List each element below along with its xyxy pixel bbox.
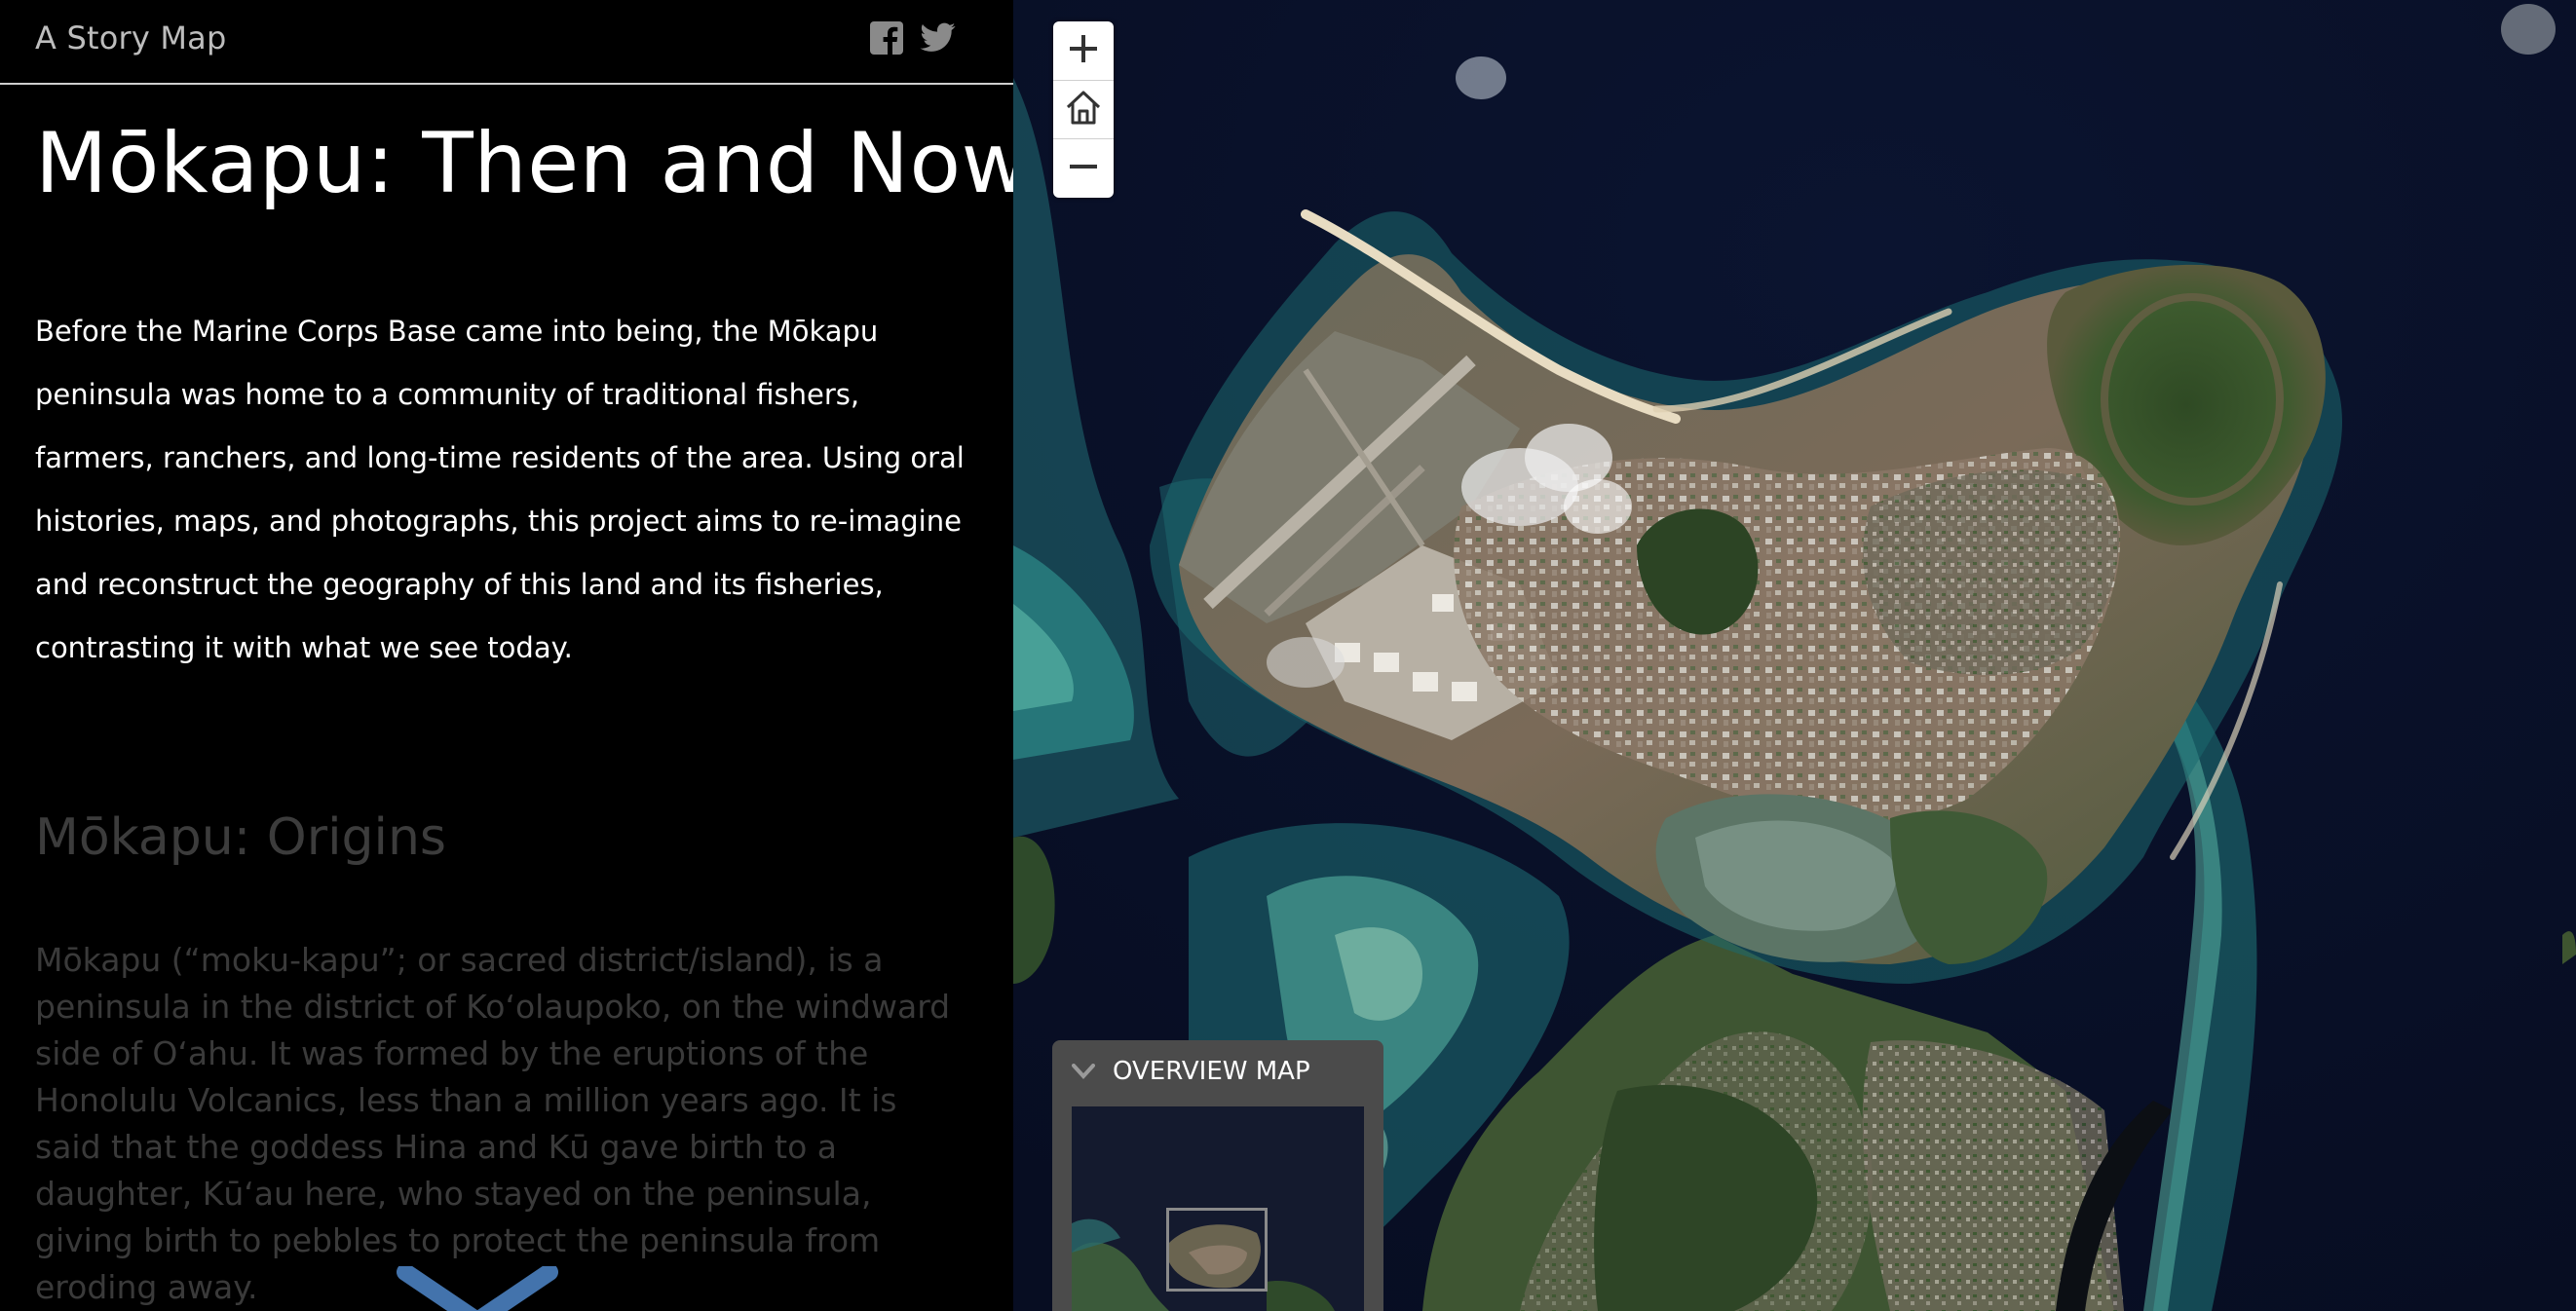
plus-icon — [1067, 32, 1100, 69]
overview-extent-box[interactable] — [1166, 1208, 1268, 1292]
home-button[interactable] — [1053, 80, 1114, 139]
minus-icon — [1067, 150, 1100, 187]
story-panel: A Story Map Mōkapu: Then and Now Before … — [0, 0, 1013, 1311]
chevron-down-icon[interactable] — [390, 1263, 565, 1311]
overview-map-label: OVERVIEW MAP — [1113, 1057, 1310, 1086]
overview-map-toggle[interactable]: OVERVIEW MAP — [1052, 1040, 1383, 1105]
twitter-icon[interactable] — [920, 19, 957, 55]
chevron-down-icon — [1072, 1064, 1095, 1083]
overview-map-panel: OVERVIEW MAP — [1052, 1040, 1383, 1311]
header-bar: A Story Map — [0, 0, 1013, 85]
app-title: A Story Map — [35, 19, 227, 56]
facebook-icon[interactable] — [870, 21, 903, 55]
zoom-control — [1053, 21, 1114, 198]
intro-paragraph: Before the Marine Corps Base came into b… — [35, 315, 965, 664]
section-body: Mōkapu (“moku-kapu”; or sacred district/… — [35, 941, 951, 1306]
overview-map[interactable] — [1072, 1106, 1364, 1311]
home-icon — [1064, 88, 1103, 131]
section-title: Mōkapu: Origins — [35, 808, 447, 867]
zoom-out-button[interactable] — [1053, 139, 1114, 198]
zoom-in-button[interactable] — [1053, 21, 1114, 81]
story-title: Mōkapu: Then and Now — [35, 115, 1013, 212]
